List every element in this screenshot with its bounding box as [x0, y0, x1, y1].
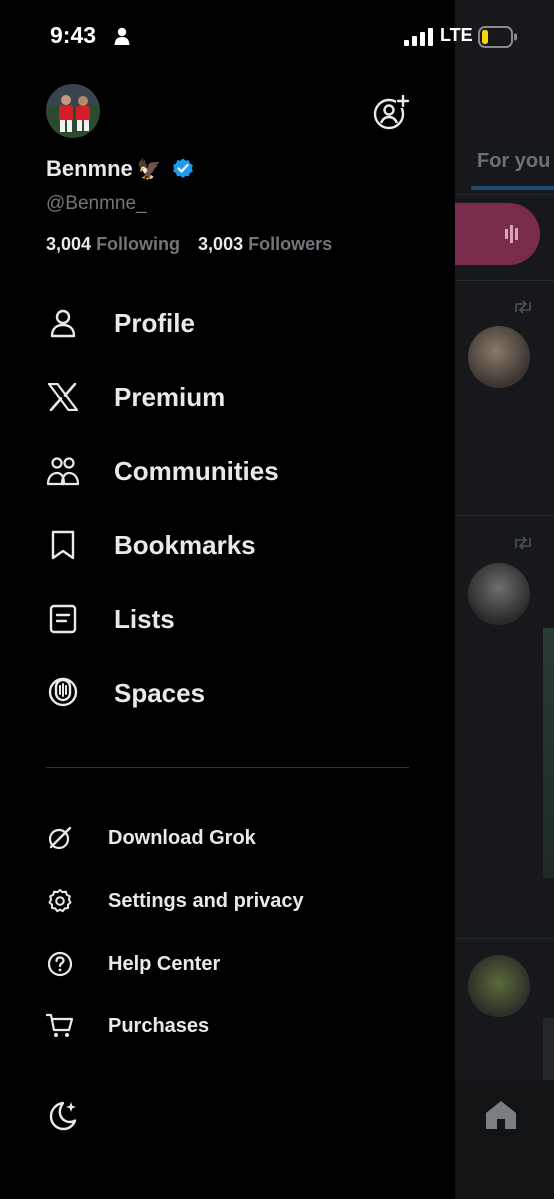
battery-icon — [478, 26, 517, 48]
nav-item-spaces[interactable]: Spaces — [46, 668, 205, 718]
avatar[interactable] — [468, 563, 530, 625]
status-time: 9:43 — [50, 22, 97, 48]
divider — [455, 515, 554, 516]
profile-avatar[interactable] — [46, 84, 100, 138]
verified-badge-icon — [172, 158, 193, 178]
person-icon — [46, 306, 80, 340]
communities-icon — [46, 454, 80, 488]
user-handle: @Benmne_ — [46, 193, 147, 214]
nav-item-premium[interactable]: Premium — [46, 372, 225, 422]
bookmark-icon — [46, 528, 80, 562]
following-count: 3,004 — [46, 234, 92, 254]
display-name-text: Benmne — [46, 156, 133, 181]
side-drawer: Benmne 🦅 @Benmne_ 3,004 Following 3,003 … — [0, 0, 455, 1199]
followers-label: Followers — [248, 234, 333, 254]
nav-item-communities[interactable]: Communities — [46, 446, 279, 496]
nav-label: Communities — [114, 455, 279, 486]
divider — [455, 194, 554, 195]
nav-label: Lists — [114, 603, 175, 634]
nav-item-lists[interactable]: Lists — [46, 594, 175, 644]
nav-label: Settings and privacy — [108, 889, 304, 912]
network-label: LTE — [440, 25, 473, 45]
avatar[interactable] — [468, 955, 530, 1017]
list-icon — [46, 602, 80, 636]
live-spaces-pill[interactable] — [455, 203, 540, 265]
nav-label: Download Grok — [108, 826, 256, 849]
nav-label: Spaces — [114, 677, 206, 708]
x-logo-icon — [46, 380, 80, 414]
post-media[interactable] — [543, 628, 554, 878]
post-fragment — [541, 322, 554, 344]
nav-label: Bookmarks — [114, 529, 256, 560]
bottom-tab-bar — [455, 1080, 554, 1199]
post-media[interactable] — [543, 1018, 554, 1088]
avatar-photo — [46, 84, 100, 138]
cellular-signal-icon — [404, 28, 433, 46]
followers-link[interactable]: 3,003 Followers — [198, 234, 332, 255]
person-status-icon — [114, 27, 130, 45]
audio-bars-icon — [505, 225, 518, 243]
avatar[interactable] — [468, 326, 530, 388]
followers-count: 3,003 — [198, 234, 244, 254]
nav-item-help-center[interactable]: Help Center — [46, 944, 220, 984]
grok-icon — [46, 824, 74, 852]
following-link[interactable]: 3,004 Following — [46, 234, 180, 255]
home-icon[interactable] — [485, 1100, 517, 1130]
active-tab-indicator — [471, 186, 554, 190]
divider — [455, 938, 554, 939]
nav-label: Help Center — [108, 952, 221, 975]
background-feed[interactable]: For you — [455, 0, 554, 1199]
nav-item-download-grok[interactable]: Download Grok — [46, 818, 256, 858]
tab-for-you[interactable]: For you — [477, 150, 550, 173]
help-icon — [46, 950, 74, 978]
cart-icon — [46, 1012, 74, 1040]
repost-icon — [515, 536, 531, 550]
gear-icon — [46, 887, 74, 915]
eagle-emoji: 🦅 — [136, 158, 162, 181]
nav-item-bookmarks[interactable]: Bookmarks — [46, 520, 256, 570]
following-label: Following — [96, 234, 181, 254]
nav-label: Profile — [114, 307, 195, 338]
status-bar: 9:43 LTE — [0, 0, 554, 74]
nav-label: Premium — [114, 381, 226, 412]
nav-label: Purchases — [108, 1014, 210, 1037]
spaces-icon — [46, 676, 80, 710]
display-name[interactable]: Benmne 🦅 — [46, 156, 194, 182]
divider — [455, 280, 554, 281]
nav-item-settings[interactable]: Settings and privacy — [46, 881, 304, 921]
nav-item-purchases[interactable]: Purchases — [46, 1006, 209, 1046]
nav-item-profile[interactable]: Profile — [46, 298, 195, 348]
follow-stats: 3,004 Following 3,003 Followers — [46, 234, 332, 255]
menu-divider — [46, 767, 409, 768]
repost-icon — [515, 300, 531, 314]
add-account-icon[interactable] — [372, 94, 410, 130]
dark-mode-icon[interactable] — [46, 1099, 80, 1133]
